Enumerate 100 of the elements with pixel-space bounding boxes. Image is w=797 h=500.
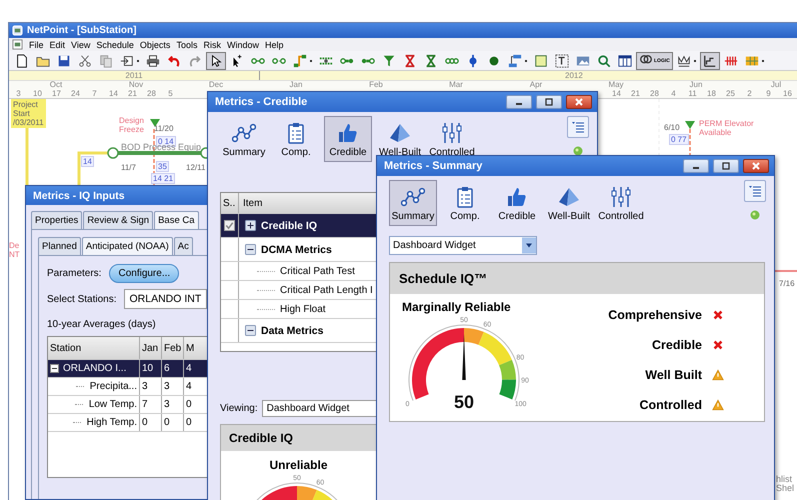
tab[interactable]: Properties	[31, 211, 82, 229]
menu-item[interactable]: Help	[264, 40, 284, 50]
day-label: 5	[167, 89, 174, 98]
window-title: Metrics - Summary	[384, 160, 482, 172]
menu-item[interactable]: Tools	[176, 40, 198, 50]
list-icon	[747, 183, 763, 199]
menu-item[interactable]: Risk	[203, 40, 221, 50]
text-box-icon	[555, 54, 569, 68]
status-orb-icon	[750, 210, 760, 220]
minimize-button[interactable]	[683, 159, 709, 173]
collapse-icon[interactable]	[245, 325, 256, 336]
metric-tab[interactable]: Comp.	[441, 180, 489, 226]
menu-item[interactable]: File	[29, 40, 44, 50]
task-label: BOD Process Equip	[121, 143, 202, 152]
collapse-icon[interactable]	[50, 364, 59, 373]
view-dropdown[interactable]: Dashboard Widget	[262, 400, 377, 417]
minimize-button[interactable]	[506, 95, 532, 109]
crown-icon	[676, 54, 691, 68]
year-label: 2012	[564, 71, 583, 80]
day-label: 10	[32, 89, 43, 98]
tab[interactable]: Planned	[38, 237, 81, 255]
day-label: 14	[108, 89, 119, 98]
view-dropdown[interactable]: Dashboard Widget	[389, 236, 537, 255]
grid-icon	[744, 54, 759, 68]
metric-tab[interactable]: Comp.	[272, 116, 320, 162]
menu-item[interactable]: Objects	[140, 40, 170, 50]
check-label: Controlled	[640, 398, 702, 412]
table-row[interactable]: Low Temp. 7 3 0	[48, 396, 207, 414]
close-button[interactable]	[566, 95, 592, 109]
table-cell: 3	[162, 378, 184, 395]
import-icon	[120, 54, 134, 68]
document-menu-icon[interactable]	[12, 39, 23, 50]
rating-label: Marginally Reliable	[402, 300, 512, 314]
day-label: 28	[146, 89, 157, 98]
menu-item[interactable]: Window	[226, 40, 259, 50]
funnel-icon	[382, 54, 396, 68]
toolbar-button[interactable]	[700, 52, 720, 70]
day-label: 16	[782, 89, 793, 98]
metric-tab[interactable]: Summary	[389, 180, 437, 226]
metric-tab[interactable]: Controlled	[597, 180, 645, 226]
menu-item[interactable]: Schedule	[96, 40, 134, 50]
table-row[interactable]: Precipita... 3 3 4	[48, 378, 207, 396]
hourglass-icon	[424, 54, 438, 68]
station-field[interactable]: ORLANDO INT	[124, 289, 207, 309]
month-label: Oct	[48, 81, 64, 89]
menu-item[interactable]: View	[71, 40, 90, 50]
checkbox[interactable]	[224, 220, 235, 231]
table-row[interactable]: High Temp. 0 0 0	[48, 414, 207, 432]
tab[interactable]: Base Ca	[154, 211, 199, 229]
tree-item-label: Data Metrics	[261, 324, 324, 336]
maximize-button[interactable]	[536, 95, 562, 109]
tab[interactable]: Review & Sign	[83, 211, 154, 229]
window-title: NetPoint - [SubStation]	[27, 25, 136, 36]
month-label: Jun	[688, 81, 704, 89]
collapse-icon[interactable]	[245, 244, 256, 255]
table-cell: 3	[140, 378, 162, 395]
maximize-icon	[544, 97, 554, 107]
column-header: Feb	[162, 337, 184, 359]
list-menu-button[interactable]	[567, 116, 589, 138]
table-row[interactable]: ORLANDO I... 10 6 4	[48, 360, 207, 378]
step-chart-icon	[702, 54, 717, 68]
date-label: 12/11	[186, 163, 206, 172]
day-label: 28	[649, 89, 660, 98]
app-icon	[12, 25, 23, 36]
column-header: M	[185, 342, 196, 356]
metric-tab[interactable]: Well-Built	[545, 180, 593, 226]
close-button[interactable]	[743, 159, 769, 173]
sliders-icon	[609, 184, 633, 208]
tab[interactable]: Anticipated (NOAA)	[82, 237, 173, 255]
pages-icon	[99, 54, 113, 68]
configure-button[interactable]: Configure...	[109, 264, 180, 283]
day-label: 14	[611, 89, 622, 98]
tab[interactable]: Ac	[174, 237, 193, 255]
window-title: Metrics - IQ Inputs	[33, 190, 125, 202]
pointer-icon	[209, 54, 223, 68]
sliders-icon	[440, 120, 464, 144]
printer-icon	[146, 54, 160, 68]
menu-item[interactable]: Edit	[50, 40, 66, 50]
list-menu-button[interactable]	[744, 180, 766, 202]
table-cell: 3	[162, 396, 184, 413]
list-icon	[570, 119, 586, 135]
table-cell: 0	[162, 414, 184, 431]
day-label: 4	[670, 89, 677, 98]
columns-icon	[618, 54, 632, 68]
day-label: 2	[746, 89, 753, 98]
metric-tab[interactable]: Credible	[493, 180, 541, 226]
date-label: 11/20	[154, 124, 174, 133]
toolbar-button[interactable]	[206, 52, 226, 70]
table-row[interactable]: Credible IQ	[221, 214, 377, 238]
redo-icon	[188, 54, 202, 68]
expand-icon[interactable]	[245, 220, 256, 231]
maximize-button[interactable]	[713, 159, 739, 173]
tree-item-label: DCMA Metrics	[261, 244, 332, 256]
date-label: 11/7	[121, 163, 136, 172]
section-label: 10-year Averages (days)	[47, 319, 157, 330]
metric-tab[interactable]: Credible	[324, 116, 372, 162]
field-label: Parameters:	[47, 268, 102, 279]
day-label: 25	[725, 89, 736, 98]
warning-icon	[712, 369, 724, 381]
metric-tab[interactable]: Summary	[220, 116, 268, 162]
